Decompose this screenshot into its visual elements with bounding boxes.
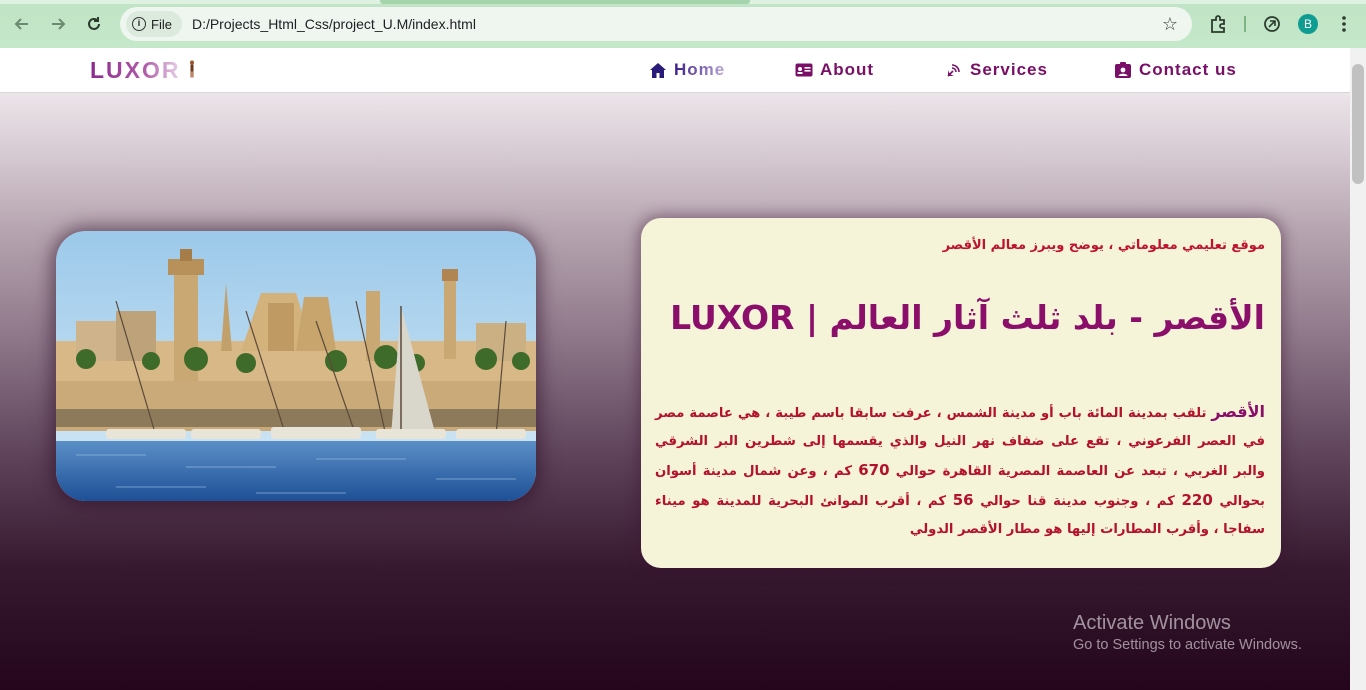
nav-contact[interactable]: Contact us — [1114, 60, 1237, 80]
card-tagline: موقع تعليمي معلوماتي ، يوضح ويبرز معالم … — [942, 238, 1265, 253]
url-text[interactable]: D:/Projects_Html_Css/project_U.M/index.h… — [192, 16, 476, 32]
distance-cairo: 670 — [858, 461, 890, 479]
nav-about-label: About — [820, 60, 875, 79]
menu-icon[interactable] — [1332, 12, 1356, 36]
forward-icon[interactable] — [46, 12, 70, 36]
scrollbar-thumb[interactable] — [1352, 64, 1364, 184]
card-title: الأقصر - بلد ثلث آثار العالم | LUXOR — [670, 298, 1265, 337]
back-icon[interactable] — [10, 12, 34, 36]
web-page: LUXOR Home About Services Contact us موق… — [0, 48, 1350, 690]
copilot-icon[interactable] — [1260, 12, 1284, 36]
star-icon[interactable]: ☆ — [1162, 14, 1178, 35]
toolbar-separator — [1244, 16, 1246, 32]
distance-aswan: 220 — [1181, 491, 1213, 509]
info-card: موقع تعليمي معلوماتي ، يوضح ويبرز معالم … — [641, 218, 1281, 568]
file-chip-label: File — [151, 16, 172, 32]
contact-icon — [1114, 61, 1132, 79]
nav-contact-label: Contact us — [1139, 60, 1237, 79]
reload-icon[interactable] — [82, 12, 106, 36]
watermark-line-2: Go to Settings to activate Windows. — [1073, 637, 1302, 653]
nav-home-label: Home — [674, 60, 726, 79]
card-body-lead: الأقصر — [1211, 402, 1265, 421]
info-icon: i — [132, 17, 146, 31]
card-body: الأقصر تلقب بمدينة المائة باب أو مدينة ا… — [655, 398, 1265, 544]
card-body-text-3: كم ، وجنوب مدينة قنا حوالي — [973, 494, 1182, 509]
active-tab-edge[interactable] — [380, 0, 750, 4]
tab-strip-edge — [0, 0, 1366, 4]
page-scrollbar[interactable] — [1350, 48, 1366, 690]
nav-services-label: Services — [970, 60, 1048, 79]
distance-qena: 56 — [952, 491, 974, 509]
id-card-icon — [795, 61, 813, 79]
address-bar[interactable]: i File D:/Projects_Html_Css/project_U.M/… — [120, 7, 1192, 41]
extensions-icon[interactable] — [1206, 12, 1230, 36]
site-logo[interactable]: LUXOR — [90, 57, 181, 84]
profile-avatar[interactable]: B — [1298, 14, 1318, 34]
satellite-dish-icon — [945, 61, 963, 79]
pharaoh-figure-icon — [190, 60, 194, 78]
windows-activation-watermark: Activate Windows Go to Settings to activ… — [1073, 612, 1302, 653]
browser-toolbar: i File D:/Projects_Html_Css/project_U.M/… — [0, 0, 1366, 48]
nav-home[interactable]: Home — [649, 60, 725, 80]
site-info-chip[interactable]: i File — [126, 11, 182, 37]
watermark-line-1: Activate Windows — [1073, 612, 1231, 634]
luxor-temple-photo — [56, 231, 536, 501]
nav-about[interactable]: About — [795, 60, 874, 80]
nav-services[interactable]: Services — [945, 60, 1048, 80]
home-icon — [649, 61, 667, 79]
site-header: LUXOR Home About Services Contact us — [0, 48, 1350, 93]
